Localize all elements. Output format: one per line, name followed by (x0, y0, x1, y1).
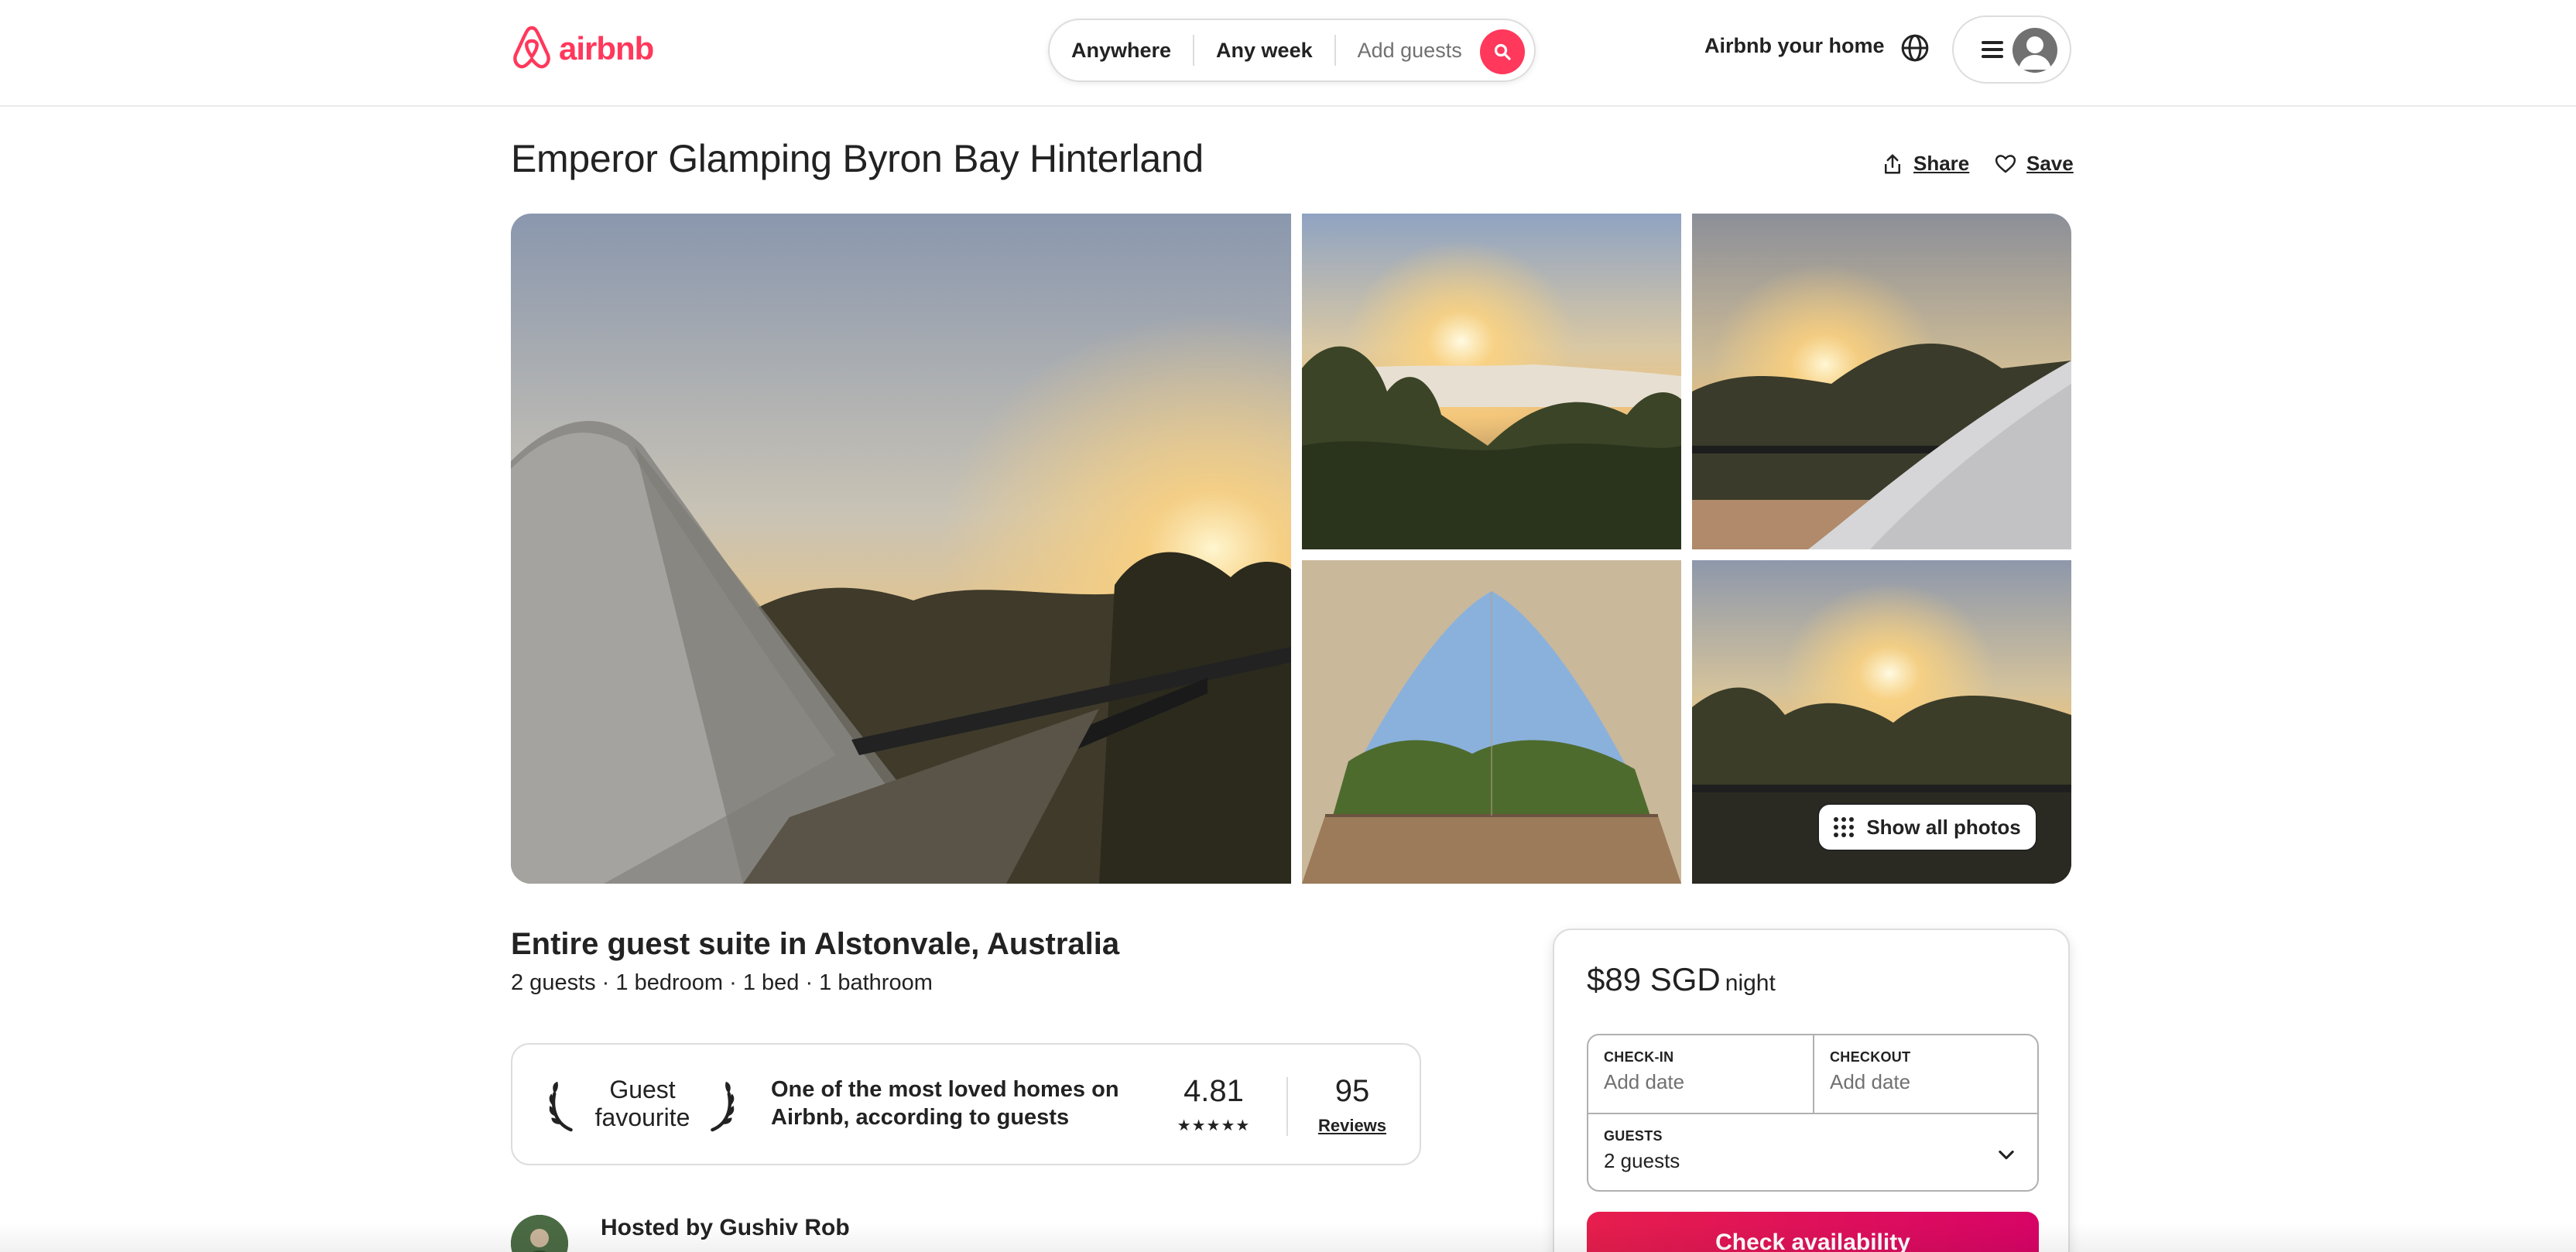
card-divider (1286, 1077, 1288, 1136)
reviews-link[interactable]: Reviews (1302, 1116, 1403, 1136)
guests-label: GUESTS (1604, 1128, 1663, 1144)
search-button[interactable] (1480, 29, 1525, 74)
globe-icon[interactable] (1899, 32, 1930, 63)
avatar-icon (2012, 28, 2057, 73)
show-all-photos-button[interactable]: Show all photos (1817, 803, 2037, 851)
save-label: Save (2026, 152, 2074, 175)
listing-title: Emperor Glamping Byron Bay Hinterland (511, 137, 1204, 180)
listing-facts: 2 guests · 1 bedroom · 1 bed · 1 bathroo… (511, 970, 933, 995)
photo-3[interactable] (1692, 214, 2071, 549)
airbnb-logo[interactable]: airbnb (511, 25, 654, 73)
check-availability-button[interactable]: Check availability (1587, 1212, 2039, 1252)
reviews-count: 95 (1334, 1074, 1370, 1108)
rating-value: 4.81 (1184, 1074, 1244, 1108)
logo-wordmark: airbnb (559, 30, 654, 67)
guest-favourite-card[interactable]: Guest favourite One of the most loved ho… (511, 1043, 1421, 1165)
user-menu-button[interactable] (1952, 15, 2071, 84)
show-all-photos-label: Show all photos (1866, 815, 2021, 839)
guests-value: 2 guests (1604, 1149, 1680, 1172)
checkout-value: Add date (1830, 1070, 1911, 1093)
search-location-button[interactable]: Anywhere (1050, 35, 1193, 66)
share-label: Share (1913, 152, 1970, 175)
checkin-label: CHECK-IN (1604, 1049, 1674, 1065)
save-button[interactable]: Save (1994, 152, 2074, 176)
top-navbar: airbnb Anywhere Any week Add guests Airb… (0, 0, 2576, 107)
checkin-value: Add date (1604, 1070, 1685, 1093)
checkout-field[interactable]: CHECKOUT Add date (1814, 1035, 2039, 1113)
photo-4[interactable] (1302, 560, 1681, 884)
booking-card: $89 SGD night CHECK-IN Add date CHECKOUT … (1553, 929, 2070, 1252)
checkout-label: CHECKOUT (1830, 1049, 1911, 1065)
chevron-down-icon (1999, 1150, 2014, 1160)
main-photo[interactable] (511, 214, 1291, 884)
rating-stars: ★★★★★ (1177, 1117, 1251, 1134)
share-icon (1885, 154, 1900, 173)
host-avatar[interactable] (511, 1215, 568, 1252)
search-dates-button[interactable]: Any week (1194, 35, 1334, 66)
photo-2[interactable] (1302, 214, 1681, 549)
laurel-right-icon (711, 1081, 735, 1132)
date-guest-picker: CHECK-IN Add date CHECKOUT Add date GUES… (1587, 1034, 2039, 1192)
price-unit: night (1725, 970, 1776, 996)
airbnb-your-home-link[interactable]: Airbnb your home (1704, 34, 1885, 58)
hosted-by-label: Hosted by Gushiv Rob (601, 1215, 850, 1240)
price-amount: $89 SGD (1587, 961, 1721, 997)
search-guests-button[interactable]: Add guests (1336, 35, 1484, 66)
menu-icon (1982, 37, 2003, 62)
listing-subtitle: Entire guest suite in Alstonvale, Austra… (511, 927, 1120, 961)
search-bar[interactable]: Anywhere Any week Add guests (1048, 19, 1536, 82)
share-button[interactable]: Share (1881, 152, 1969, 176)
guest-favourite-label: Guest favourite (594, 1076, 690, 1131)
guests-select[interactable]: GUESTS 2 guests (1588, 1113, 2037, 1192)
grid-dots-icon (1834, 817, 1855, 837)
airbnb-logo-icon (513, 26, 550, 69)
checkin-field[interactable]: CHECK-IN Add date (1588, 1035, 1814, 1113)
price: $89 SGD night (1587, 961, 1776, 998)
bottom-shade (0, 1223, 2576, 1252)
guest-favourite-description: One of the most loved homes on Airbnb, a… (771, 1077, 1119, 1130)
search-icon (1494, 43, 1511, 60)
heart-icon (1995, 154, 2016, 173)
laurel-left-icon (549, 1081, 573, 1132)
